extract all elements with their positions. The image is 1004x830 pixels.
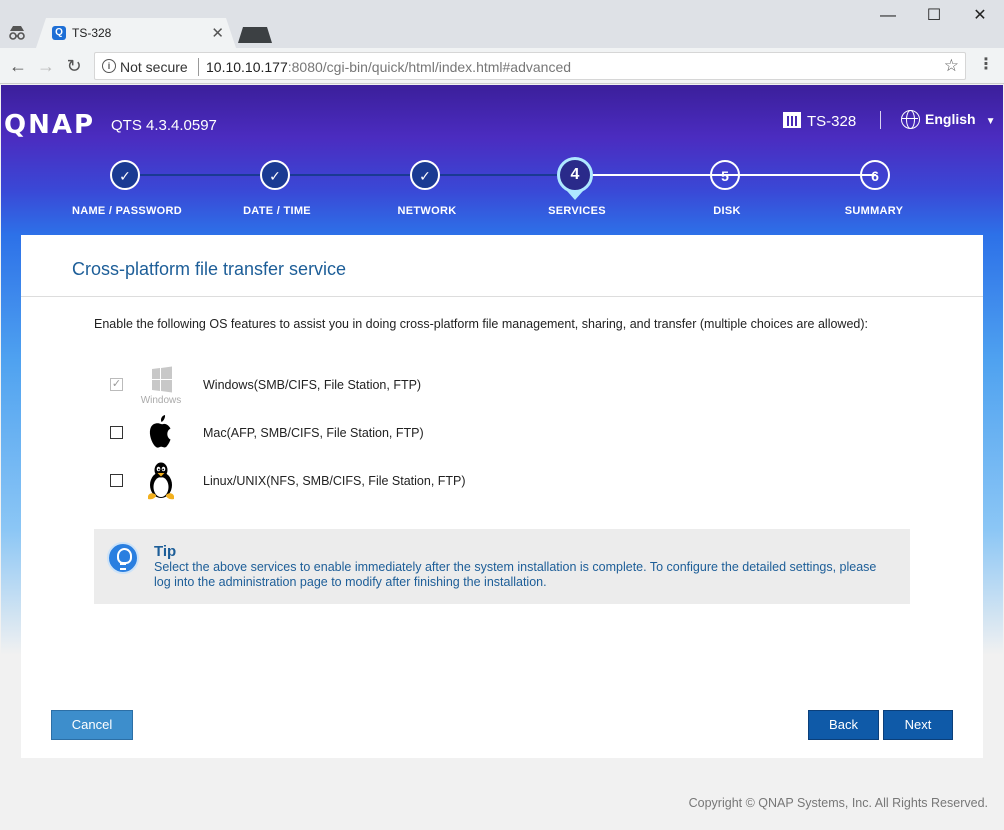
incognito-icon	[9, 26, 25, 40]
tip-text: Select the above services to enable imme…	[154, 560, 877, 589]
browser-menu-icon[interactable]: ⋮	[978, 54, 994, 74]
stepper-progress-line	[126, 174, 576, 176]
bookmark-star-icon[interactable]: ☆	[944, 56, 959, 76]
option-linux: Linux/UNIX(NFS, SMB/CIFS, File Station, …	[110, 461, 610, 501]
intro-text: Enable the following OS features to assi…	[94, 317, 868, 331]
windows-icon: Windows	[141, 366, 182, 405]
security-status[interactable]: Not secure	[120, 59, 188, 75]
device-indicator: TS-328	[783, 112, 856, 130]
mac-option-label: Mac(AFP, SMB/CIFS, File Station, FTP)	[203, 426, 424, 440]
qnap-favicon-icon: Q	[52, 26, 66, 40]
background-gradient-right	[983, 235, 1003, 655]
url-text[interactable]: 10.10.10.177:8080/cgi-bin/quick/html/ind…	[206, 59, 571, 75]
language-selector[interactable]: English ▼	[901, 110, 995, 129]
tab-title: TS-328	[72, 26, 112, 40]
setup-stepper: ✓ NAME / PASSWORD ✓ DATE / TIME ✓ NETWOR…	[1, 155, 1003, 225]
linux-checkbox[interactable]	[110, 474, 123, 487]
nas-device-icon	[783, 112, 801, 128]
tip-title: Tip	[154, 543, 177, 560]
tip-box: Tip Select the above services to enable …	[94, 529, 910, 604]
url-path: :8080/cgi-bin/quick/html/index.html#adva…	[287, 59, 572, 75]
minimize-icon[interactable]: —	[866, 4, 910, 28]
maximize-icon[interactable]: ☐	[912, 4, 956, 28]
lightbulb-icon	[107, 542, 139, 574]
tab-close-icon[interactable]: ✕	[211, 24, 224, 42]
language-label: English	[925, 111, 976, 127]
device-name: TS-328	[807, 113, 857, 130]
step-2-check-icon: ✓	[260, 160, 290, 190]
mac-checkbox[interactable]	[110, 426, 123, 439]
qnap-logo: QNAP	[4, 110, 96, 140]
step-4-active: 4	[557, 157, 593, 193]
back-button[interactable]: Back	[808, 710, 879, 740]
title-divider	[21, 296, 983, 297]
address-bar[interactable]: i Not secure 10.10.10.177:8080/cgi-bin/q…	[94, 52, 966, 80]
browser-tab-strip: Q TS-328 ✕ — ☐ ✕	[0, 0, 1004, 48]
active-step-pointer-icon	[567, 191, 583, 200]
step-label-services: SERVICES	[548, 205, 606, 217]
windows-icon-caption: Windows	[141, 395, 182, 405]
step-label-network: NETWORK	[397, 205, 457, 217]
option-mac: Mac(AFP, SMB/CIFS, File Station, FTP)	[110, 413, 610, 453]
browser-toolbar: ← → ↻ i Not secure 10.10.10.177:8080/cgi…	[0, 48, 1004, 84]
apple-icon	[149, 415, 171, 448]
step-5-number: 5	[710, 160, 740, 190]
content-panel: Cross-platform file transfer service Ena…	[21, 235, 983, 758]
step-3-check-icon: ✓	[410, 160, 440, 190]
option-windows: ✓ Windows Windows(SMB/CIFS, File Station…	[110, 365, 610, 405]
linux-tux-icon	[148, 462, 174, 500]
windows-checkbox[interactable]: ✓	[110, 378, 123, 391]
step-label-name-password: NAME / PASSWORD	[71, 205, 183, 217]
qnap-setup-app: QNAP QTS 4.3.4.0597 TS-328 English ▼ ✓ NA…	[1, 85, 1003, 829]
step-1-check-icon: ✓	[110, 160, 140, 190]
step-label-summary: SUMMARY	[844, 205, 904, 217]
globe-icon	[901, 110, 920, 129]
url-divider	[198, 58, 199, 76]
forward-arrow-icon[interactable]: →	[34, 54, 58, 78]
browser-tab[interactable]: Q TS-328 ✕	[36, 18, 236, 48]
windows-option-label: Windows(SMB/CIFS, File Station, FTP)	[203, 378, 422, 392]
info-icon[interactable]: i	[102, 59, 116, 73]
background-gradient-left	[1, 235, 21, 655]
cancel-button[interactable]: Cancel	[51, 710, 133, 740]
url-host: 10.10.10.177	[206, 59, 288, 75]
page-title: Cross-platform file transfer service	[72, 259, 347, 279]
copyright-footer: Copyright © QNAP Systems, Inc. All Right…	[688, 796, 988, 810]
back-arrow-icon[interactable]: ←	[6, 54, 30, 78]
linux-option-label: Linux/UNIX(NFS, SMB/CIFS, File Station, …	[203, 474, 466, 488]
step-label-disk: DISK	[713, 205, 741, 217]
step-6-number: 6	[860, 160, 890, 190]
firmware-version: QTS 4.3.4.0597	[111, 117, 217, 134]
reload-icon[interactable]: ↻	[62, 54, 86, 78]
next-button[interactable]: Next	[883, 710, 953, 740]
close-window-icon[interactable]: ✕	[958, 4, 1002, 28]
new-tab-button[interactable]	[238, 27, 272, 43]
step-label-date-time: DATE / TIME	[243, 205, 311, 217]
header-banner: QNAP QTS 4.3.4.0597 TS-328 English ▼ ✓ NA…	[1, 85, 1003, 235]
header-divider	[880, 111, 881, 129]
caret-down-icon: ▼	[985, 116, 996, 127]
